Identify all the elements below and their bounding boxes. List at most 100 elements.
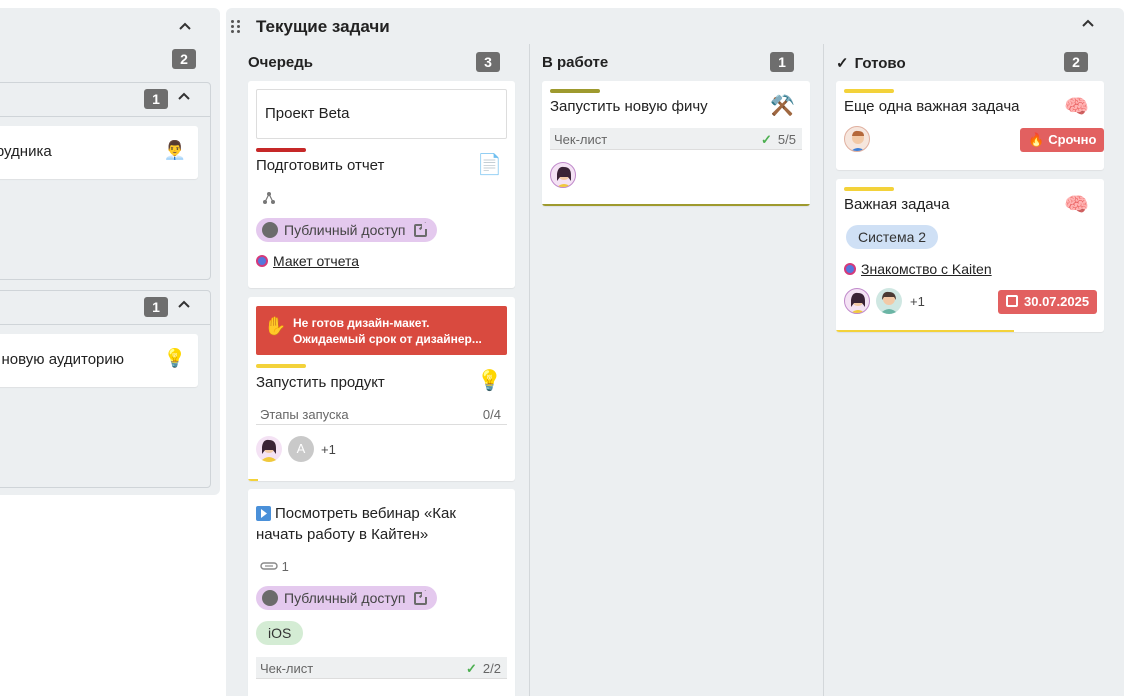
avatar[interactable] (876, 288, 902, 314)
blocker-banner[interactable]: ✋ Не готов дизайн-макет. Ожидаемый срок … (256, 306, 507, 355)
avatar[interactable] (256, 436, 282, 462)
collapse-chevron-icon[interactable] (177, 90, 191, 109)
checklist-label: Этапы запуска (260, 407, 349, 422)
linked-card[interactable]: Макет отчета (256, 253, 359, 269)
swimlane: л 1 а новую аудиторию 💡 (0, 290, 211, 488)
swimlane-count-badge: 1 (144, 89, 168, 109)
more-members-count[interactable]: +1 (321, 442, 336, 457)
linked-card-title[interactable]: Знакомство с Kaiten (861, 261, 992, 277)
person-icon: 👨‍💼 (163, 140, 186, 160)
avatar[interactable]: A (288, 436, 314, 462)
tag-ios[interactable]: iOS (256, 621, 304, 645)
card[interactable]: Еще одна важная задача 🧠 🔥 Срочно (836, 81, 1104, 170)
blocker-text: Не готов дизайн-макет. Ожидаемый срок от… (293, 315, 498, 347)
blocker-line: Ожидаемый срок от дизайнер... (293, 332, 482, 346)
checklist-label: Чек-лист (260, 661, 314, 676)
check-icon: ✓ (836, 55, 849, 72)
checklist-progress: ✓ 5/5 (761, 132, 796, 148)
column-done: ✓ Готово 2 Еще одна важная задача 🧠 🔥 Сроч… (814, 44, 1108, 696)
avatar[interactable] (844, 288, 870, 314)
card-link-icon (844, 263, 856, 275)
collapse-chevron-icon[interactable] (1081, 17, 1095, 36)
board-current-tasks: Текущие задачи Очередь 3 Проект Beta Под… (226, 8, 1124, 696)
left-board: 2 о 1 трудника 👨‍💼 л 1 (0, 8, 220, 495)
card[interactable]: ✋ Не готов дизайн-макет. Ожидаемый срок … (248, 297, 515, 481)
checklist[interactable]: Этапы запуска 0/4 (256, 403, 507, 425)
hammer-pick-icon: ⚒️ (770, 95, 795, 117)
column-title-text: Готово (854, 55, 906, 72)
column-in-progress: В работе 1 Запустить новую фичу ⚒️ Чек-л… (520, 44, 814, 696)
linked-card[interactable]: Знакомство с Kaiten (844, 261, 992, 277)
checklist-progress: 0/4 (482, 407, 501, 422)
swimlane-header[interactable]: л 1 (0, 291, 210, 325)
color-stripe (844, 187, 894, 191)
checklist-progress-value: 2/2 (482, 661, 501, 676)
external-link-icon[interactable] (413, 223, 428, 237)
fire-icon: 🔥 (1028, 132, 1045, 147)
card-title: Подготовить отчет (256, 157, 385, 174)
color-stripe (550, 89, 600, 93)
swimlane-header[interactable]: о 1 (0, 83, 210, 117)
checklist-label: Чек-лист (554, 132, 608, 147)
progress-bar (542, 204, 810, 206)
collapse-chevron-icon[interactable] (177, 298, 191, 317)
globe-icon (262, 222, 278, 238)
external-link-icon[interactable] (413, 591, 428, 605)
project-field-value: Проект Beta (265, 105, 350, 122)
color-stripe (256, 364, 306, 368)
check-icon: ✓ (761, 132, 772, 147)
progress-bar (836, 330, 1014, 332)
checklist-progress: ✓ 2/2 (466, 661, 501, 677)
checklist-progress-value: 5/5 (777, 132, 796, 147)
card-title: Запустить продукт (256, 374, 385, 391)
urgent-label: Срочно (1048, 132, 1097, 147)
avatar[interactable] (550, 162, 576, 188)
blocker-line: Не готов дизайн-макет. (293, 316, 430, 330)
column-header[interactable]: Очередь 3 (226, 48, 520, 76)
card[interactable]: Проект Beta Подготовить отчет 📄 Публичны… (248, 81, 515, 288)
card[interactable]: трудника 👨‍💼 (0, 126, 198, 179)
urgent-badge[interactable]: 🔥 Срочно (1020, 128, 1104, 152)
card-title: Запустить новую фичу (550, 98, 708, 115)
column-title: В работе (542, 54, 609, 71)
globe-icon (262, 590, 278, 606)
swimlane: о 1 трудника 👨‍💼 (0, 82, 211, 280)
column-title: ✓ Готово (836, 54, 906, 72)
collapse-chevron-icon[interactable] (178, 20, 192, 39)
column-header[interactable]: ✓ Готово 2 (814, 48, 1108, 76)
due-date: 30.07.2025 (1024, 294, 1090, 309)
linked-card-title[interactable]: Макет отчета (273, 253, 359, 269)
card-title: трудника (0, 143, 52, 160)
card-title: а новую аудиторию (0, 351, 125, 368)
column-count-badge: 3 (476, 52, 500, 72)
board-count-badge: 2 (172, 49, 196, 69)
color-stripe (844, 89, 894, 93)
card-title: Посмотреть вебинар «Как начать работу в … (256, 505, 456, 543)
card-link-icon (256, 255, 268, 267)
card[interactable]: Посмотреть вебинар «Как начать работу в … (248, 489, 515, 696)
public-access-label: Публичный доступ (284, 222, 406, 238)
attachments[interactable]: 1 (260, 559, 289, 574)
card[interactable]: а новую аудиторию 💡 (0, 334, 198, 387)
column-count-badge: 2 (1064, 52, 1088, 72)
more-members-count[interactable]: +1 (910, 294, 925, 309)
brain-icon: 🧠 (1064, 194, 1089, 216)
public-access-pill[interactable]: Публичный доступ (256, 218, 437, 242)
card[interactable]: Запустить новую фичу ⚒️ Чек-лист ✓ 5/5 (542, 81, 810, 206)
drag-handle-icon[interactable] (231, 20, 243, 34)
project-field[interactable]: Проект Beta (256, 89, 507, 139)
progress-bar (248, 479, 258, 481)
board-title: Текущие задачи (256, 17, 390, 36)
avatar[interactable] (844, 126, 870, 152)
card[interactable]: Важная задача 🧠 Система 2 Знакомство с K… (836, 179, 1104, 332)
hierarchy-icon[interactable] (262, 191, 276, 210)
column-header[interactable]: В работе 1 (520, 48, 814, 76)
due-date-badge[interactable]: 30.07.2025 (998, 290, 1098, 314)
tag-system[interactable]: Система 2 (846, 225, 939, 249)
checklist[interactable]: Чек-лист ✓ 5/5 (550, 128, 802, 150)
attachments-count: 1 (281, 559, 289, 574)
column-queue: Очередь 3 Проект Beta Подготовить отчет … (226, 44, 520, 696)
checklist[interactable]: Чек-лист ✓ 2/2 (256, 657, 507, 679)
public-access-pill[interactable]: Публичный доступ (256, 586, 437, 610)
document-icon: 📄 (477, 154, 502, 176)
